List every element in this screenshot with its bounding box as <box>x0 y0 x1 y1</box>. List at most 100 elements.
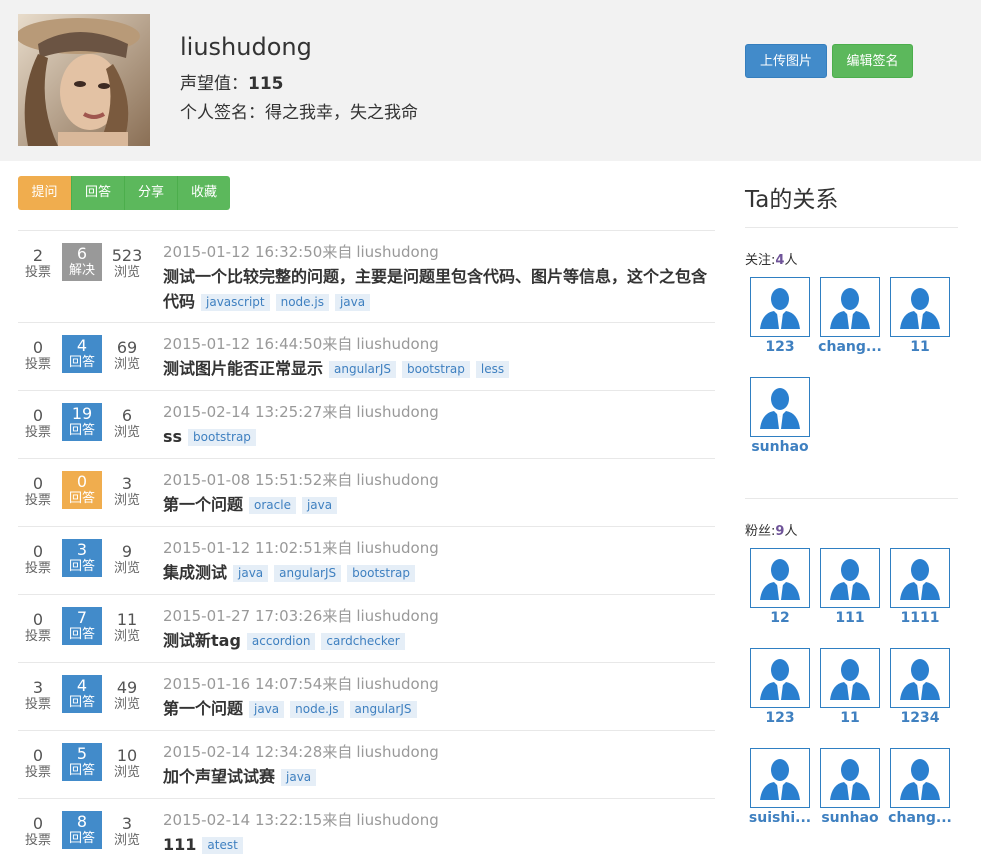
user-name[interactable]: 11 <box>880 339 960 355</box>
user-name[interactable]: 1234 <box>880 710 960 726</box>
question-title-link[interactable]: 集成测试 <box>163 563 227 582</box>
question-time: 2015-01-12 16:32:50 <box>163 243 323 261</box>
tab-1[interactable]: 回答 <box>71 176 124 210</box>
tag-badge[interactable]: angularJS <box>349 701 417 718</box>
tag-badge[interactable]: bootstrap <box>188 429 256 446</box>
tab-3[interactable]: 收藏 <box>177 176 230 210</box>
tag-badge[interactable]: javascript <box>201 294 270 311</box>
user-icon <box>760 559 800 600</box>
user-card: 123 <box>750 277 810 355</box>
question-title-link[interactable]: ss <box>163 427 182 446</box>
user-name[interactable]: 1111 <box>880 610 960 626</box>
tag-badge[interactable]: cardchecker <box>321 633 405 650</box>
user-name[interactable]: chang... <box>810 339 890 355</box>
user-name[interactable]: sunhao <box>740 439 820 455</box>
from-label: 来自 <box>322 403 353 421</box>
user-avatar[interactable] <box>890 277 950 337</box>
user-icon <box>760 288 800 329</box>
tag-badge[interactable]: java <box>334 294 371 311</box>
question-row: 0 投票 5 回答 10 浏览 2015-02-14 12:34:28来自 liushudon… <box>18 730 715 798</box>
vote-count: 0 投票 <box>18 747 58 781</box>
answer-label: 回答 <box>68 627 95 642</box>
tag-badge[interactable]: java <box>233 565 269 582</box>
tag-badge[interactable]: atest <box>202 837 243 854</box>
user-name[interactable]: 12 <box>740 610 820 626</box>
user-avatar[interactable] <box>890 648 950 708</box>
tab-2[interactable]: 分享 <box>124 176 177 210</box>
tag-badge[interactable]: java <box>249 701 285 718</box>
question-title-link[interactable]: 第一个问题 <box>163 495 243 514</box>
vote-label: 投票 <box>24 561 51 576</box>
tag-badge[interactable]: angularJS <box>274 565 342 582</box>
question-author[interactable]: liushudong <box>356 607 438 625</box>
tag-badge[interactable]: java <box>281 769 317 786</box>
question-title-link[interactable]: 第一个问题 <box>163 699 243 718</box>
user-avatar[interactable] <box>820 648 880 708</box>
question-author[interactable]: liushudong <box>356 403 438 421</box>
vote-number: 0 <box>32 814 44 833</box>
question-title-link[interactable]: 111 <box>163 835 196 854</box>
question-title-link[interactable]: 加个声望试试赛 <box>163 767 275 786</box>
user-icon <box>900 759 940 800</box>
user-icon <box>760 659 800 700</box>
user-avatar[interactable] <box>890 748 950 808</box>
view-number: 6 <box>121 406 133 425</box>
upload-image-button[interactable]: 上传图片 <box>745 44 827 78</box>
vote-label: 投票 <box>24 265 51 280</box>
user-avatar[interactable] <box>750 548 810 608</box>
tag-badge[interactable]: bootstrap <box>347 565 416 582</box>
edit-signature-button[interactable]: 编辑签名 <box>832 44 913 78</box>
user-avatar[interactable] <box>820 548 880 608</box>
answer-number: 8 <box>76 812 88 831</box>
question-author[interactable]: liushudong <box>356 243 438 261</box>
tag-badge[interactable]: node.js <box>275 294 329 311</box>
view-count: 523 浏览 <box>106 247 148 281</box>
tab-0[interactable]: 提问 <box>18 176 71 210</box>
question-author[interactable]: liushudong <box>356 335 438 353</box>
vote-number: 0 <box>32 542 44 561</box>
answer-count-badge[interactable]: 4 回答 <box>62 335 102 373</box>
user-avatar[interactable] <box>820 277 880 337</box>
answer-count-badge[interactable]: 6 解决 <box>62 243 102 281</box>
question-author[interactable]: liushudong <box>356 811 438 829</box>
answer-count-badge[interactable]: 5 回答 <box>62 743 102 781</box>
user-name[interactable]: suishi... <box>740 810 820 826</box>
question-title-link[interactable]: 测试图片能否正常显示 <box>163 359 323 378</box>
view-number: 69 <box>116 338 138 357</box>
user-name[interactable]: 123 <box>740 710 820 726</box>
tag-badge[interactable]: node.js <box>290 701 344 718</box>
question-title-link[interactable]: 测试新tag <box>163 631 241 650</box>
user-name[interactable]: 11 <box>810 710 890 726</box>
user-name[interactable]: 123 <box>740 339 820 355</box>
view-number: 3 <box>121 814 133 833</box>
user-avatar[interactable] <box>890 548 950 608</box>
question-author[interactable]: liushudong <box>356 539 438 557</box>
question-author[interactable]: liushudong <box>356 471 438 489</box>
question-author[interactable]: liushudong <box>356 743 438 761</box>
tag-badge[interactable]: angularJS <box>329 361 396 378</box>
answer-count-badge[interactable]: 0 回答 <box>62 471 102 509</box>
answer-count-badge[interactable]: 8 回答 <box>62 811 102 849</box>
user-avatar[interactable] <box>750 377 810 437</box>
answer-count-badge[interactable]: 3 回答 <box>62 539 102 577</box>
tag-badge[interactable]: less <box>475 361 510 378</box>
tag-badge[interactable]: oracle <box>249 497 296 514</box>
user-avatar[interactable] <box>820 748 880 808</box>
user-name[interactable]: sunhao <box>810 810 890 826</box>
tag-badge[interactable]: java <box>301 497 338 514</box>
user-avatar[interactable] <box>750 648 810 708</box>
user-avatar[interactable] <box>750 277 810 337</box>
question-author[interactable]: liushudong <box>356 675 438 693</box>
user-name[interactable]: chang... <box>880 810 960 826</box>
answer-count-badge[interactable]: 7 回答 <box>62 607 102 645</box>
tag-badge[interactable]: accordion <box>246 633 316 650</box>
signature: 个人签名：得之我幸，失之我命 <box>180 98 418 123</box>
answer-count-badge[interactable]: 19 回答 <box>62 403 102 441</box>
view-label: 浏览 <box>113 833 140 848</box>
question-list: 2 投票 6 解决 523 浏览 2015-01-12 16:32:50来自 liushudo… <box>18 230 715 866</box>
answer-number: 7 <box>76 608 88 627</box>
user-avatar[interactable] <box>750 748 810 808</box>
answer-count-badge[interactable]: 4 回答 <box>62 675 102 713</box>
tag-badge[interactable]: bootstrap <box>401 361 470 378</box>
user-name[interactable]: 111 <box>810 610 890 626</box>
